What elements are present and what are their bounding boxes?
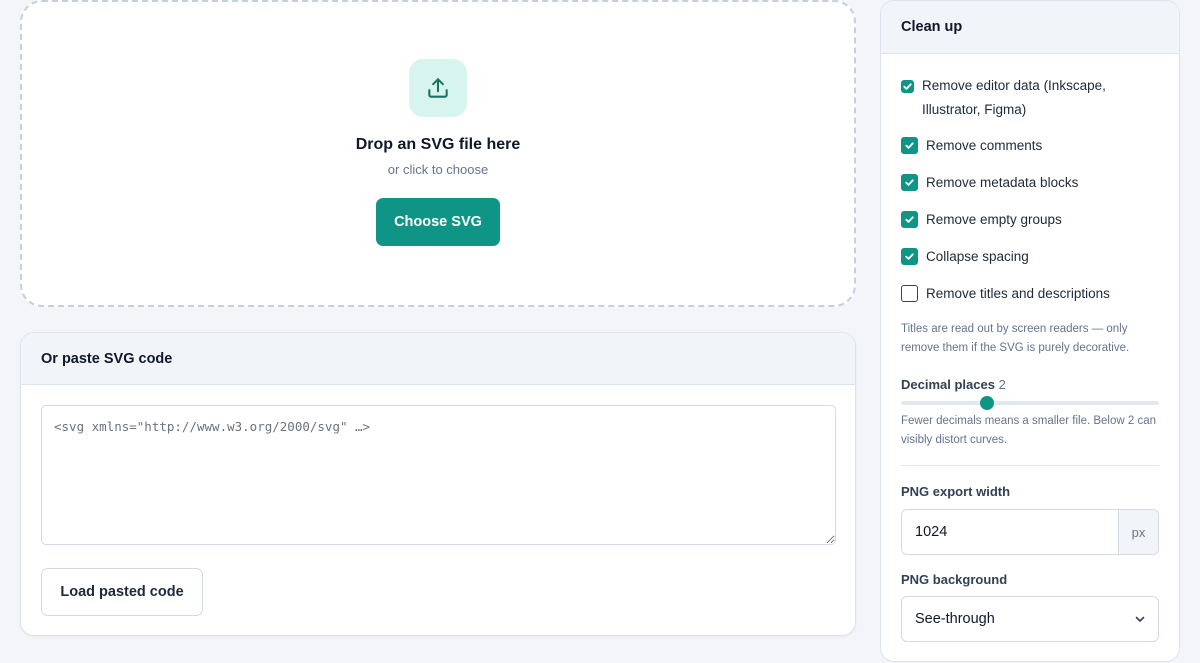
checkbox[interactable]	[901, 248, 918, 265]
decimal-places-label-text: Decimal places	[901, 377, 995, 392]
png-width-field: px	[901, 509, 1159, 555]
cleanup-title: Clean up	[881, 1, 1179, 54]
png-width-label: PNG export width	[901, 484, 1011, 499]
png-width-input[interactable]	[902, 510, 1118, 554]
option-remove-metadata-blocks[interactable]: Remove metadata blocks	[901, 171, 1078, 195]
png-background-select[interactable]: See-through	[901, 596, 1159, 642]
paste-card-title: Or paste SVG code	[21, 333, 855, 385]
page: Drop an SVG file here or click to choose…	[0, 0, 1200, 663]
chevron-down-icon	[1135, 616, 1145, 622]
checkbox[interactable]	[901, 211, 918, 228]
decimal-places-label: Decimal places 2	[901, 377, 1006, 392]
svg-code-textarea[interactable]	[41, 405, 836, 545]
paste-svg-card: Or paste SVG code Load pasted code	[20, 332, 856, 636]
checkbox[interactable]	[901, 80, 914, 93]
option-label: Remove comments	[926, 138, 1043, 153]
dropzone-subtitle: or click to choose	[387, 162, 489, 177]
option-label: Remove empty groups	[926, 212, 1062, 227]
option-label: Remove editor data (Inkscape, Illustrato…	[922, 78, 1106, 117]
option-label: Collapse spacing	[926, 249, 1029, 264]
titles-note: Titles are read out by screen readers — …	[901, 323, 1130, 354]
option-remove-editor-data[interactable]: Remove editor data (Inkscape, Illustrato…	[901, 74, 1141, 122]
option-collapse-spacing[interactable]: Collapse spacing	[901, 245, 1029, 269]
upload-icon-tile	[409, 59, 467, 117]
decimal-places-note: Fewer decimals means a smaller file. Bel…	[901, 415, 1157, 446]
checkbox[interactable]	[901, 174, 918, 191]
cleanup-panel: Clean up Remove editor data (Inkscape, I…	[880, 0, 1180, 662]
checkbox[interactable]	[901, 137, 918, 154]
option-label: Remove titles and descriptions	[926, 286, 1110, 301]
load-pasted-code-button[interactable]: Load pasted code	[41, 568, 203, 616]
checkbox[interactable]	[901, 285, 918, 302]
decimal-places-value: 2	[998, 377, 1006, 392]
option-remove-titles-descriptions[interactable]: Remove titles and descriptions	[901, 282, 1110, 306]
option-remove-empty-groups[interactable]: Remove empty groups	[901, 208, 1062, 232]
png-width-unit: px	[1118, 510, 1158, 554]
option-label: Remove metadata blocks	[926, 175, 1079, 190]
option-remove-comments[interactable]: Remove comments	[901, 134, 1042, 158]
choose-svg-button[interactable]: Choose SVG	[376, 198, 500, 246]
dropzone-title: Drop an SVG file here	[355, 136, 521, 153]
section-divider	[901, 465, 1159, 466]
png-background-selected: See-through	[915, 611, 995, 627]
slider-thumb[interactable]	[980, 396, 994, 410]
svg-dropzone[interactable]: Drop an SVG file here or click to choose…	[20, 0, 856, 307]
upload-icon	[428, 78, 448, 98]
decimal-places-slider[interactable]	[901, 396, 1159, 410]
png-background-label: PNG background	[901, 572, 1008, 587]
